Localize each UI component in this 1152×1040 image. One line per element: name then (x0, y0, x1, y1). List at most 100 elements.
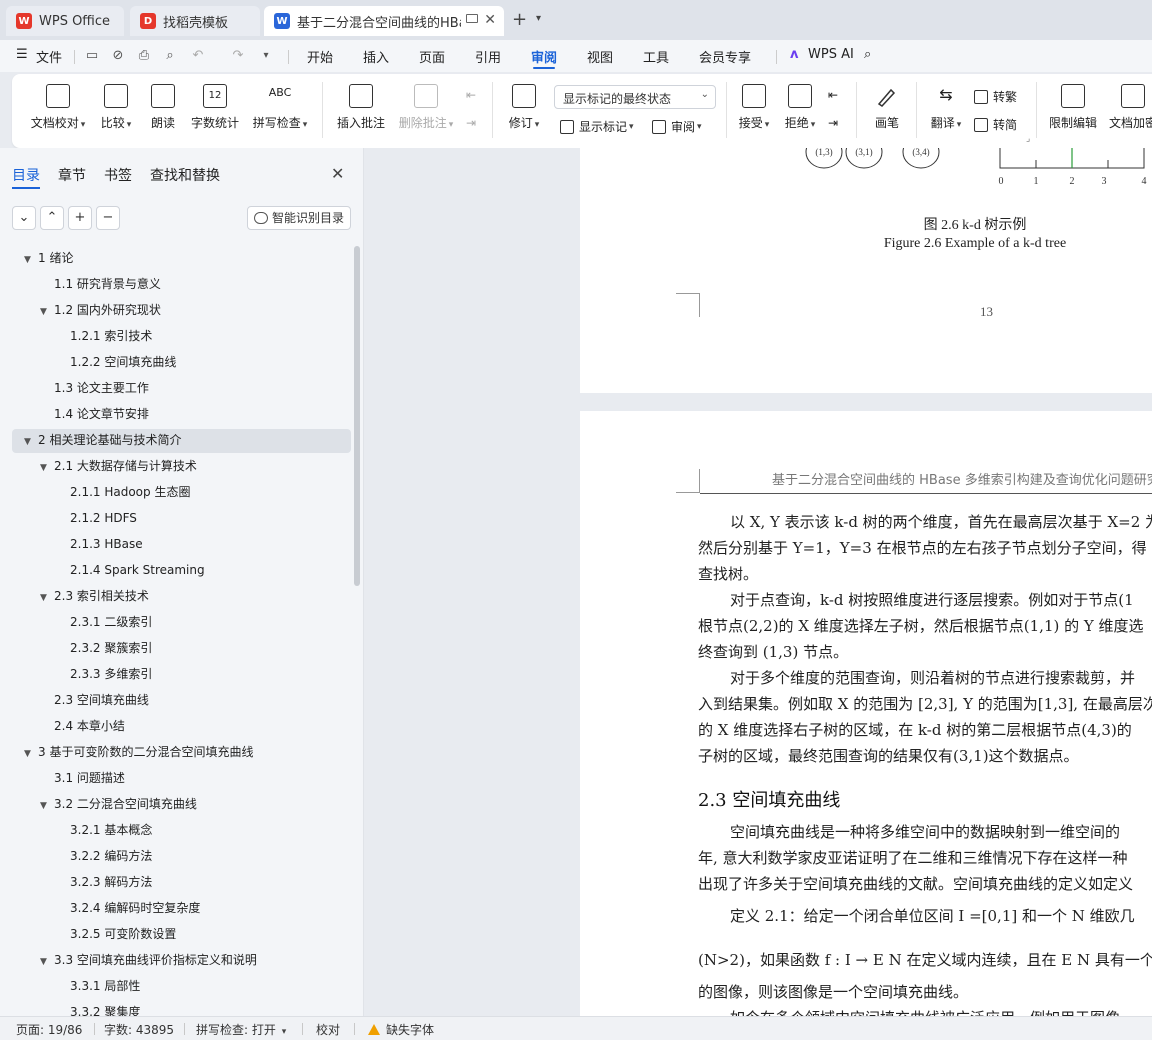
print-icon[interactable]: ⎙ (136, 49, 152, 63)
new-tab-plus-icon[interactable]: + (512, 9, 527, 30)
expand-toggle-icon[interactable]: ▼ (40, 456, 54, 480)
toc-item[interactable]: 1.4 论文章节安排 (40, 402, 149, 426)
hamburger-icon[interactable]: ☰ (16, 47, 28, 62)
show-markup-button[interactable]: 显示标记 ▾ (560, 118, 634, 135)
close-icon[interactable]: ✕ (484, 12, 496, 28)
remove-heading-button[interactable]: − (96, 206, 120, 230)
toc-item[interactable]: 3.2.3 解码方法 (56, 870, 152, 894)
scrollbar[interactable] (354, 246, 360, 586)
toc-item[interactable]: 3.1 问题描述 (40, 766, 125, 790)
to-traditional-button[interactable]: 转繁 (974, 88, 1017, 105)
toc-item[interactable]: 1.2.2 空间填充曲线 (56, 350, 176, 374)
menu-insert[interactable]: 插入 (363, 47, 389, 66)
menu-reference[interactable]: 引用 (475, 47, 501, 66)
word-count-button[interactable]: 12 字数统计 (190, 84, 240, 131)
toc-item[interactable]: 3.2.5 可变阶数设置 (56, 922, 176, 946)
chevron-down-icon[interactable]: ▾ (258, 49, 274, 63)
reject-button[interactable]: 拒绝 ▾ (782, 84, 818, 131)
toc-item[interactable]: 1.3 论文主要工作 (40, 376, 149, 400)
toc-item[interactable]: 2.3 空间填充曲线 (40, 688, 149, 712)
expand-toggle-icon[interactable]: ▼ (40, 300, 54, 324)
toc-item[interactable]: 2.3.3 多维索引 (56, 662, 152, 686)
menu-page[interactable]: 页面 (419, 47, 445, 66)
menu-membership[interactable]: 会员专享 (699, 47, 751, 66)
save-icon[interactable]: ▭ (84, 49, 100, 63)
menu-review[interactable]: 审阅 (531, 47, 557, 69)
restrict-edit-button[interactable]: 限制编辑 (1048, 84, 1098, 131)
toc-item[interactable]: 1.1 研究背景与意义 (40, 272, 161, 296)
toc-item[interactable]: 2.4 本章小结 (40, 714, 125, 738)
expand-toggle-icon[interactable]: ▼ (40, 950, 54, 974)
accept-button[interactable]: 接受 ▾ (736, 84, 772, 131)
toc-item[interactable]: 3.2.2 编码方法 (56, 844, 152, 868)
tab-document[interactable]: W 基于二分混合空间曲线的HBas ✕ (264, 6, 504, 36)
ink-button[interactable]: 画笔 (872, 84, 902, 131)
delete-comment-button[interactable]: 删除批注 ▾ (396, 84, 456, 131)
expand-toggle-icon[interactable]: ▼ (24, 430, 38, 454)
expand-toggle-icon[interactable]: ▼ (24, 742, 38, 766)
spell-check-status[interactable]: 拼写检查: 打开 ▾ (196, 1021, 286, 1038)
toc-item[interactable]: ▼ 1 绪论 (24, 246, 73, 270)
proofread-button[interactable]: 文档校对 ▾ (28, 84, 88, 131)
link-icon[interactable]: ⊘ (110, 49, 126, 63)
toc-item[interactable]: 2.3.2 聚簇索引 (56, 636, 152, 660)
group-expand-icon[interactable]: ⌟ (1026, 134, 1030, 144)
toc-item[interactable]: ▼ 3 基于可变阶数的二分混合空间填充曲线 (24, 740, 253, 764)
toc-item[interactable]: 2.3.1 二级索引 (56, 610, 152, 634)
tab-wps-office[interactable]: W WPS Office (6, 6, 124, 36)
toc-item[interactable]: 2.1.4 Spark Streaming (56, 558, 205, 582)
spell-check-button[interactable]: ABC 拼写检查 ▾ (250, 84, 310, 131)
page-indicator[interactable]: 页面: 19/86 (16, 1021, 82, 1038)
tab-bookmarks[interactable]: 书签 (104, 165, 132, 185)
doc-encrypt-button[interactable]: 文档加密 (1108, 84, 1152, 131)
menu-tools[interactable]: 工具 (643, 47, 669, 66)
proof-status[interactable]: 校对 (316, 1021, 340, 1038)
toc-item[interactable]: ▼ 2 相关理论基础与技术简介 (24, 428, 181, 452)
expand-toggle-icon[interactable]: ▼ (40, 794, 54, 818)
toc-item[interactable]: ▼ 1.2 国内外研究现状 (40, 298, 161, 322)
prev-change-icon[interactable]: ⇤ (828, 88, 838, 102)
close-icon[interactable]: ✕ (331, 164, 344, 183)
next-comment-icon[interactable]: ⇥ (466, 116, 476, 130)
toc-item[interactable]: ▼ 3.3 空间填充曲线评价指标定义和说明 (40, 948, 257, 972)
menu-view[interactable]: 视图 (587, 47, 613, 66)
print-preview-icon[interactable]: ⌕ (162, 49, 178, 63)
toc-item[interactable]: 1.2.1 索引技术 (56, 324, 152, 348)
search-icon[interactable]: ⌕ (864, 47, 871, 62)
toc-item[interactable]: ▼ 2.1 大数据存储与计算技术 (40, 454, 197, 478)
collapse-down-button[interactable]: ⌄ (12, 206, 36, 230)
toc-item[interactable]: 3.3.1 局部性 (56, 974, 140, 998)
monitor-icon[interactable] (466, 14, 478, 23)
toc-item[interactable]: ▼ 3.2 二分混合空间填充曲线 (40, 792, 197, 816)
word-count-status[interactable]: 字数: 43895 (104, 1021, 174, 1038)
markup-display-select[interactable]: 显示标记的最终状态 ⌄ (554, 85, 716, 109)
to-simplified-button[interactable]: 转简 (974, 116, 1017, 133)
track-changes-button[interactable]: 修订 ▾ (506, 84, 542, 131)
insert-comment-button[interactable]: 插入批注 (336, 84, 386, 131)
tab-find-replace[interactable]: 查找和替换 (150, 165, 220, 185)
read-aloud-button[interactable]: 朗读 (148, 84, 178, 131)
review-pane-button[interactable]: 审阅 ▾ (652, 118, 702, 135)
chevron-down-icon[interactable]: ▾ (536, 13, 541, 24)
toc-item[interactable]: 2.1.2 HDFS (56, 506, 137, 530)
prev-comment-icon[interactable]: ⇤ (466, 88, 476, 102)
translate-button[interactable]: ⇆ 翻译 ▾ (928, 84, 964, 131)
tab-toc[interactable]: 目录 (12, 165, 40, 189)
redo-icon[interactable]: ↷ (230, 49, 246, 63)
add-heading-button[interactable]: + (68, 206, 92, 230)
compare-button[interactable]: 比较 ▾ (98, 84, 134, 131)
collapse-up-button[interactable]: ⌃ (40, 206, 64, 230)
expand-toggle-icon[interactable]: ▼ (24, 248, 38, 272)
expand-toggle-icon[interactable]: ▼ (40, 586, 54, 610)
toc-item[interactable]: 2.1.3 HBase (56, 532, 143, 556)
toc-item[interactable]: 3.2.1 基本概念 (56, 818, 152, 842)
menu-home[interactable]: 开始 (307, 47, 333, 66)
tab-chapters[interactable]: 章节 (58, 165, 86, 185)
toc-item[interactable]: ▼ 2.3 索引相关技术 (40, 584, 149, 608)
toc-item[interactable]: 3.2.4 编解码时空复杂度 (56, 896, 200, 920)
toc-item[interactable]: 2.1.1 Hadoop 生态圈 (56, 480, 190, 504)
tab-docer[interactable]: D 找稻壳模板 (130, 6, 260, 36)
smart-toc-button[interactable]: 智能识别目录 (247, 206, 351, 230)
menu-wps-ai[interactable]: WPS AI (808, 47, 854, 62)
undo-icon[interactable]: ↶ (190, 49, 206, 63)
